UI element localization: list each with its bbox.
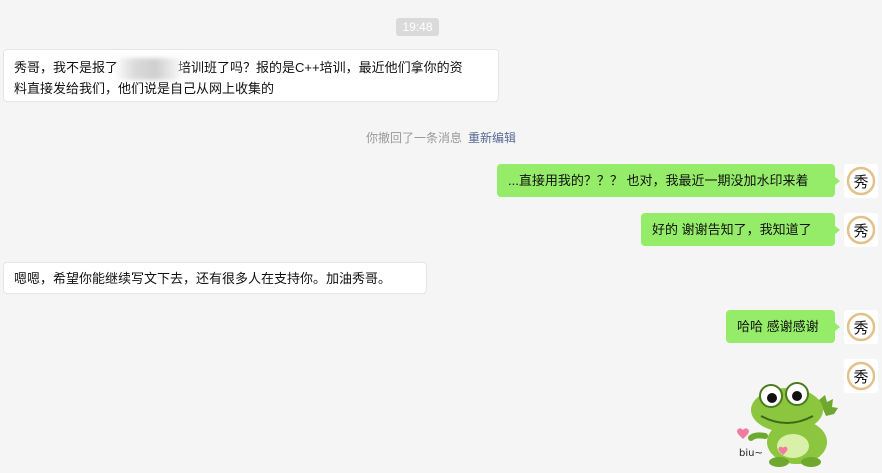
avatar[interactable]: 秀	[844, 164, 878, 198]
avatar[interactable]: 秀	[844, 359, 878, 393]
sticker-caption: biu~	[739, 448, 763, 459]
timestamp: 19:48	[396, 18, 439, 36]
redaction-blur	[116, 58, 182, 80]
message-bubble-incoming[interactable]: 嗯嗯，希望你能继续写文下去，还有很多人在支持你。加油秀哥。	[3, 262, 427, 294]
recall-notice: 你撤回了一条消息 重新编辑	[0, 129, 882, 146]
avatar[interactable]: 秀	[844, 213, 878, 247]
message-text-part: 料直接发给我们，他们说是自己从网上收集的	[14, 81, 275, 96]
re-edit-link[interactable]: 重新编辑	[468, 131, 516, 145]
avatar-logo-icon: 秀	[846, 215, 876, 245]
recall-text: 你撤回了一条消息	[365, 131, 462, 145]
message-text: 秀哥，我不是报了 培训班了吗？报的是C++培训，最近他们拿你的资	[14, 57, 488, 78]
message-bubble-outgoing[interactable]: 哈哈 感谢感谢	[726, 310, 840, 343]
message-text-part: 培训班了吗？报的是C++培训，最近他们拿你的资	[178, 60, 463, 75]
message-text: 好的 谢谢告知了，我知道了	[652, 222, 812, 237]
avatar-glyph: 秀	[853, 319, 868, 337]
message-bubble-incoming[interactable]: 秀哥，我不是报了 培训班了吗？报的是C++培训，最近他们拿你的资 料直接发给我们，…	[3, 49, 499, 102]
sticker-message[interactable]: biu~	[735, 380, 840, 468]
message-text: 嗯嗯，希望你能继续写文下去，还有很多人在支持你。加油秀哥。	[14, 271, 392, 286]
avatar-glyph: 秀	[853, 173, 868, 191]
avatar-glyph: 秀	[853, 368, 868, 386]
avatar-logo-icon: 秀	[846, 166, 876, 196]
frog-sticker-icon: biu~	[737, 382, 838, 467]
message-text: ...直接用我的？？？ 也对，我最近一期没加水印来着	[508, 173, 809, 188]
avatar-logo-icon: 秀	[846, 361, 876, 391]
message-bubble-outgoing[interactable]: ...直接用我的？？？ 也对，我最近一期没加水印来着	[497, 164, 840, 197]
message-bubble-outgoing[interactable]: 好的 谢谢告知了，我知道了	[641, 213, 840, 246]
avatar-logo-icon: 秀	[846, 312, 876, 342]
avatar[interactable]: 秀	[844, 310, 878, 344]
message-text-part: 秀哥，我不是报了	[14, 60, 119, 75]
avatar-glyph: 秀	[853, 222, 868, 240]
message-text: 哈哈 感谢感谢	[737, 319, 819, 334]
